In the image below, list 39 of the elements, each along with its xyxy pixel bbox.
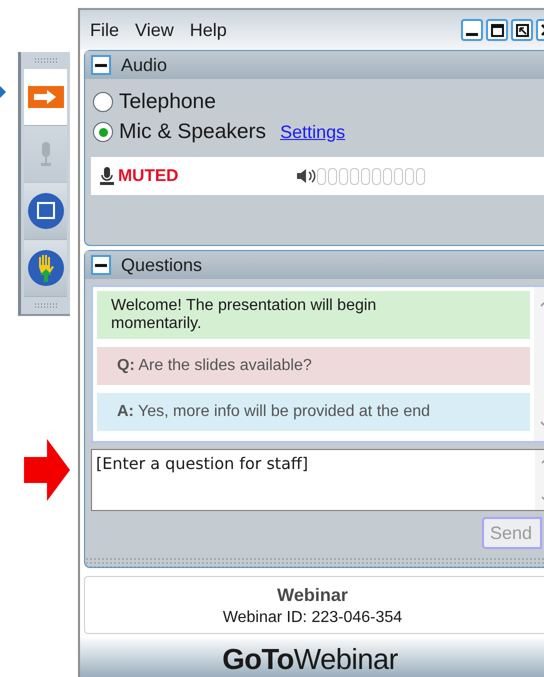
collapse-button[interactable] (91, 255, 111, 275)
radio-label: Telephone (119, 90, 216, 114)
maximize-button[interactable] (486, 19, 508, 41)
pointer-icon (0, 86, 6, 98)
minus-icon (95, 64, 107, 66)
radio-button[interactable] (93, 92, 113, 112)
grip-icon[interactable] (34, 58, 56, 63)
speaker-icon (296, 168, 316, 184)
popout-button[interactable] (511, 19, 533, 41)
chat-message: A: Yes, more info will be provided at the end (97, 393, 530, 431)
menu-item[interactable]: File (90, 20, 120, 40)
raise-hand-icon (26, 249, 64, 287)
toolbar-button[interactable] (24, 240, 67, 297)
collapse-button[interactable] (91, 55, 111, 75)
menu-item[interactable]: Help (190, 20, 227, 40)
toolbar-button[interactable] (24, 183, 67, 240)
chat-message: Q: Are the slides available? (97, 347, 530, 385)
menu-item[interactable]: View (135, 20, 174, 40)
minimize-button[interactable] (461, 19, 483, 41)
popout-icon (516, 24, 528, 36)
panel-title: Questions (121, 254, 202, 276)
grip-icon[interactable] (34, 303, 56, 308)
screen-icon (26, 192, 64, 230)
muted-label: MUTED (118, 166, 178, 186)
microphone-icon (99, 167, 115, 185)
webinar-title: Webinar (277, 585, 348, 606)
logo: GoToWebinar (222, 644, 398, 677)
radio-label: Mic & Speakers (119, 120, 266, 144)
webinar-id: Webinar ID: 223-046-354 (222, 609, 402, 627)
microphone-icon (40, 141, 52, 167)
toolbar-button[interactable] (24, 69, 67, 126)
chat-message: Welcome! The presentation will begin momentarily. (97, 291, 530, 339)
maximize-icon (490, 24, 504, 36)
panel-title: Audio (121, 54, 168, 76)
radio-button[interactable] (93, 122, 113, 142)
settings-link[interactable]: Settings (280, 122, 346, 142)
minus-icon (95, 264, 107, 266)
minimize-icon (466, 33, 478, 36)
arrow-icon (24, 439, 70, 501)
